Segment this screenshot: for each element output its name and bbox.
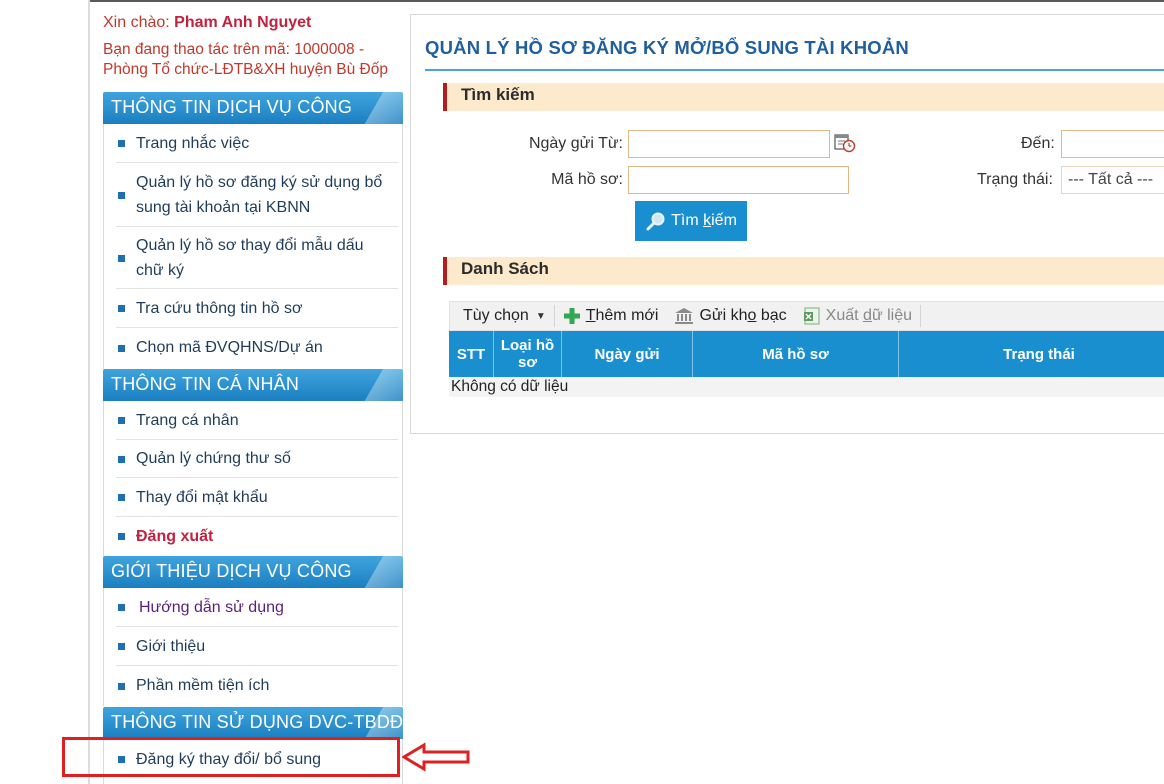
date-from-input[interactable] xyxy=(628,130,830,158)
section-public-service-info: THÔNG TIN DỊCH VỤ CÔNG xyxy=(103,92,403,124)
options-dropdown[interactable]: Tùy chọn ▼ xyxy=(450,302,554,330)
plus-icon xyxy=(563,308,580,324)
add-new-button[interactable]: Thêm mới xyxy=(555,302,667,330)
menu-select-unit-code[interactable]: Chọn mã ĐVQHNS/Dự án xyxy=(116,328,398,367)
col-send-date[interactable]: Ngày gửi xyxy=(562,331,693,377)
magnifier-icon xyxy=(646,212,665,231)
sidebar: Xin chào: Pham Anh Nguyet Bạn đang thao … xyxy=(90,0,404,784)
table-header: STT Loại hồ sơ Ngày gửi Mã hồ sơ Trạng t… xyxy=(449,331,1164,377)
col-status[interactable]: Trạng thái xyxy=(899,331,1164,377)
menu-logout[interactable]: Đăng xuất xyxy=(116,517,398,555)
col-record-code[interactable]: Mã hồ sơ xyxy=(693,331,899,377)
page-title: QUẢN LÝ HỒ SƠ ĐĂNG KÝ MỞ/BỔ SUNG TÀI KHO… xyxy=(425,37,909,58)
excel-icon xyxy=(803,307,820,325)
menu-manage-seal-signature[interactable]: Quản lý hồ sơ thay đổi mẫu dấu chữ ký xyxy=(116,227,398,289)
list-toolbar: Tùy chọn ▼ Thêm mới Gửi kho bạc Xuất dữ … xyxy=(449,301,1164,331)
menu-lookup-records[interactable]: Tra cứu thông tin hồ sơ xyxy=(116,289,398,328)
menu-manage-account-registration[interactable]: Quản lý hồ sơ đăng ký sử dụng bổ sung tà… xyxy=(116,163,398,227)
date-to-input[interactable] xyxy=(1061,130,1164,158)
menu-change-password[interactable]: Thay đổi mật khẩu xyxy=(116,478,398,517)
section-intro-body: Hướng dẫn sử dụng Giới thiệu Phần mềm ti… xyxy=(103,588,403,706)
greeting-prefix: Xin chào: xyxy=(103,14,170,31)
search-button[interactable]: Tìm kiếm xyxy=(635,201,747,241)
menu-user-guide[interactable]: Hướng dẫn sử dụng xyxy=(116,588,398,627)
main-content: QUẢN LÝ HỒ SƠ ĐĂNG KÝ MỞ/BỔ SUNG TÀI KHO… xyxy=(410,14,1164,434)
calendar-icon[interactable] xyxy=(834,133,856,153)
menu-personal-page[interactable]: Trang cá nhân xyxy=(116,401,398,440)
search-button-label: Tìm kiếm xyxy=(671,212,737,229)
menu-introduction[interactable]: Giới thiệu xyxy=(116,627,398,666)
col-stt[interactable]: STT xyxy=(449,331,494,377)
section-personal-info: THÔNG TIN CÁ NHÂN xyxy=(103,369,403,401)
section-personal-body: Trang cá nhân Quản lý chứng thư số Thay … xyxy=(103,401,403,556)
menu-reminders[interactable]: Trang nhắc việc xyxy=(116,124,398,163)
record-code-label: Mã hồ sơ: xyxy=(551,171,623,188)
section-dvc-usage-info: THÔNG TIN SỬ DỤNG DVC-TBDĐ xyxy=(103,707,403,739)
section-public-service-body: Trang nhắc việc Quản lý hồ sơ đăng ký sử… xyxy=(103,124,403,369)
list-panel-header: Danh Sách xyxy=(443,257,1164,285)
date-to-label: Đến: xyxy=(1021,135,1055,152)
empty-table-message: Không có dữ liệu xyxy=(449,377,1164,397)
title-divider xyxy=(425,69,1164,71)
user-name: Pham Anh Nguyet xyxy=(174,14,312,31)
menu-utility-software[interactable]: Phần mềm tiện ích xyxy=(116,666,398,705)
section-service-intro: GIỚI THIỆU DỊCH VỤ CÔNG xyxy=(103,556,403,588)
user-greeting: Xin chào: Pham Anh Nguyet xyxy=(103,14,311,32)
record-code-input[interactable] xyxy=(628,166,849,194)
export-data-button[interactable]: Xuất dữ liệu xyxy=(795,302,920,330)
status-label: Trạng thái: xyxy=(977,171,1053,188)
caret-down-icon: ▼ xyxy=(535,310,546,322)
toolbar-separator xyxy=(920,305,921,327)
pointer-arrow-icon xyxy=(402,742,470,772)
col-record-type[interactable]: Loại hồ sơ xyxy=(494,331,562,377)
date-from-label: Ngày gửi Từ: xyxy=(528,135,623,152)
status-select[interactable]: --- Tất cả --- xyxy=(1061,166,1164,194)
bank-icon xyxy=(675,308,694,324)
search-panel-header: Tìm kiếm xyxy=(443,83,1164,111)
send-treasury-button[interactable]: Gửi kho bạc xyxy=(666,302,794,330)
menu-manage-certificates[interactable]: Quản lý chứng thư số xyxy=(116,440,398,478)
highlight-box xyxy=(62,737,400,777)
unit-context: Bạn đang thao tác trên mã: 1000008 - Phò… xyxy=(103,41,388,78)
